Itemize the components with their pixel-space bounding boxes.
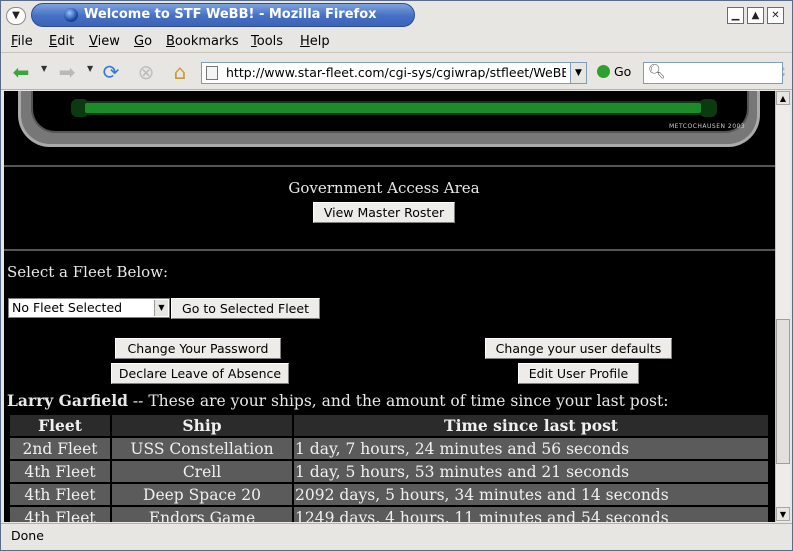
banner-green-bar [83, 101, 703, 115]
ship-cell: Crell [112, 461, 292, 482]
menu-file[interactable]: File [11, 34, 33, 49]
fleet-select[interactable]: No Fleet Selected ▼ [8, 298, 170, 318]
fleet-cell: 4th Fleet [10, 461, 110, 482]
title-pill: Welcome to STF WeBB! - Mozilla Firefox [31, 3, 415, 27]
column-header: Ship [112, 415, 292, 436]
maximize-icon[interactable]: ▲ [747, 7, 764, 24]
menu-tools[interactable]: Tools [251, 34, 283, 49]
firefox-globe-icon [64, 8, 78, 22]
status-text: Done [11, 528, 44, 543]
column-header: Time since last post [294, 415, 768, 436]
time-cell: 1 day, 7 hours, 24 minutes and 56 second… [294, 438, 768, 459]
status-bar: Done [1, 523, 792, 550]
go-button[interactable]: Go [597, 64, 631, 82]
search-icon: 🔍︎ [648, 64, 666, 80]
scroll-up-icon[interactable]: ▲ [776, 91, 790, 105]
user-ships-intro: Larry Garfield -- These are your ships, … [7, 391, 668, 410]
header-banner: METCOCHAUSEN 2003 [18, 91, 760, 147]
ship-cell: Deep Space 20 [112, 484, 292, 505]
navigation-toolbar: ⬅ ▼ ➡ ▼ ⟳ ⊗ ⌂ http://www.star-fleet.com/… [1, 54, 792, 90]
time-cell: 1 day, 5 hours, 53 minutes and 21 second… [294, 461, 768, 482]
table-row: 2nd Fleet USS Constellation 1 day, 7 hou… [10, 438, 768, 459]
table-header-row: Fleet Ship Time since last post [10, 415, 768, 436]
page-icon [206, 66, 218, 80]
menu-view[interactable]: View [89, 34, 120, 49]
minimize-icon[interactable]: ▁ [727, 7, 744, 24]
fleet-cell: 4th Fleet [10, 507, 110, 522]
change-password-button[interactable]: Change Your Password [115, 338, 281, 359]
go-label: Go [614, 64, 632, 79]
time-cell: 1249 days, 4 hours, 11 minutes and 54 se… [294, 507, 768, 522]
menu-bar: File Edit View Go Bookmarks Tools Help [1, 31, 792, 80]
edit-profile-button[interactable]: Edit User Profile [518, 363, 639, 384]
back-dropdown-icon[interactable]: ▼ [41, 64, 47, 73]
view-master-roster-button[interactable]: View Master Roster [313, 202, 455, 223]
scroll-down-icon[interactable]: ▼ [776, 507, 790, 521]
ship-cell: USS Constellation [112, 438, 292, 459]
url-dropdown-icon[interactable]: ▼ [570, 62, 587, 84]
url-field[interactable]: http://www.star-fleet.com/cgi-sys/cgiwra… [201, 62, 571, 84]
divider [4, 165, 775, 167]
reload-icon[interactable]: ⟳ [99, 60, 123, 84]
scroll-thumb[interactable] [776, 319, 790, 464]
browser-window: ▼ Welcome to STF WeBB! - Mozilla Firefox… [0, 0, 793, 551]
divider [4, 249, 775, 251]
search-input[interactable]: 🔍︎ [643, 62, 783, 84]
menu-help[interactable]: Help [300, 34, 330, 49]
window-title: Welcome to STF WeBB! - Mozilla Firefox [84, 7, 377, 22]
time-cell: 2092 days, 5 hours, 34 minutes and 14 se… [294, 484, 768, 505]
vertical-scrollbar[interactable]: ▲ ▼ [775, 91, 790, 522]
back-arrow-icon[interactable]: ⬅ [9, 60, 33, 84]
menu-go[interactable]: Go [134, 34, 152, 49]
ship-cell: Endors Game [112, 507, 292, 522]
home-icon[interactable]: ⌂ [168, 60, 192, 84]
menu-edit[interactable]: Edit [49, 34, 74, 49]
table-row: 4th Fleet Crell 1 day, 5 hours, 53 minut… [10, 461, 768, 482]
stop-icon[interactable]: ⊗ [134, 60, 158, 84]
menu-bookmarks[interactable]: Bookmarks [166, 34, 239, 49]
ships-table: Fleet Ship Time since last post 2nd Flee… [8, 413, 770, 522]
banner-frame: METCOCHAUSEN 2003 [31, 91, 749, 133]
banner-signature: METCOCHAUSEN 2003 [669, 123, 746, 130]
change-defaults-button[interactable]: Change your user defaults [485, 338, 672, 359]
fleet-prompt: Select a Fleet Below: [7, 263, 169, 281]
user-message: -- These are your ships, and the amount … [127, 392, 669, 410]
fleet-select-value: No Fleet Selected [12, 300, 123, 315]
go-icon [597, 65, 610, 78]
title-bar: ▼ Welcome to STF WeBB! - Mozilla Firefox… [1, 1, 792, 31]
table-row: 4th Fleet Endors Game 1249 days, 4 hours… [10, 507, 768, 522]
window-menu-icon[interactable]: ▼ [6, 7, 26, 25]
user-name: Larry Garfield [7, 391, 128, 410]
fleet-cell: 4th Fleet [10, 484, 110, 505]
table-row: 4th Fleet Deep Space 20 2092 days, 5 hou… [10, 484, 768, 505]
go-to-fleet-button[interactable]: Go to Selected Fleet [171, 298, 320, 319]
declare-leave-button[interactable]: Declare Leave of Absence [111, 363, 289, 384]
chevron-down-icon: ▼ [154, 300, 168, 316]
column-header: Fleet [10, 415, 110, 436]
fleet-cell: 2nd Fleet [10, 438, 110, 459]
page-content: METCOCHAUSEN 2003 Government Access Area… [4, 91, 775, 522]
government-heading: Government Access Area [288, 179, 480, 197]
forward-dropdown-icon[interactable]: ▼ [87, 64, 93, 73]
close-icon[interactable]: ✕ [767, 7, 784, 24]
url-text: http://www.star-fleet.com/cgi-sys/cgiwra… [226, 65, 566, 80]
forward-arrow-icon[interactable]: ➡ [55, 60, 79, 84]
